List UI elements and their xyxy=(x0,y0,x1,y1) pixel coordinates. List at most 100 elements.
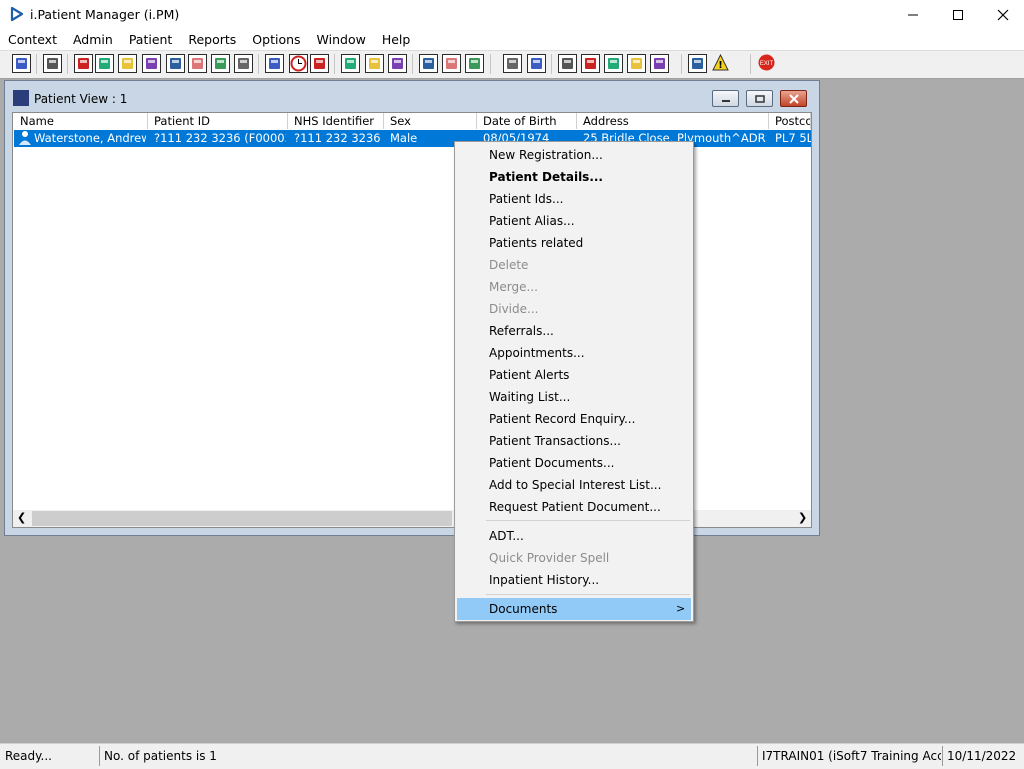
check-icon xyxy=(608,58,619,69)
arrow-down-button[interactable] xyxy=(627,54,646,73)
patient-count: No. of patients is 1 xyxy=(99,746,754,766)
minimize-icon xyxy=(721,99,730,102)
menu-item-divide: Divide... xyxy=(489,302,539,316)
menu-reports[interactable]: Reports xyxy=(180,30,244,50)
scan-button[interactable] xyxy=(118,54,137,73)
menu-item-patient-documents[interactable]: Patient Documents... xyxy=(489,456,614,470)
exit-button[interactable]: EXIT xyxy=(758,54,777,73)
book-button[interactable] xyxy=(74,54,93,73)
patient-bed-icon xyxy=(469,58,480,69)
target-button[interactable] xyxy=(388,54,407,73)
patient-view-icon xyxy=(13,90,29,106)
menu-item-documents[interactable]: Documents xyxy=(489,602,557,616)
menu-help[interactable]: Help xyxy=(374,30,419,50)
envelope-button[interactable] xyxy=(265,54,284,73)
patient-bed-button[interactable] xyxy=(465,54,484,73)
patient-icon xyxy=(19,131,31,145)
globe-button[interactable] xyxy=(558,54,577,73)
menu-item-quick-provider-spell: Quick Provider Spell xyxy=(489,551,610,565)
toolbar-separator xyxy=(36,54,37,74)
menu-item-patient-alerts[interactable]: Patient Alerts xyxy=(489,368,569,382)
menu-item-patient-ids[interactable]: Patient Ids... xyxy=(489,192,563,206)
column-header-nhs-identifier[interactable]: NHS Identifier xyxy=(288,113,384,129)
menu-item-new-registration[interactable]: New Registration... xyxy=(489,148,603,162)
inbox-button[interactable] xyxy=(211,54,230,73)
card-button[interactable] xyxy=(365,54,384,73)
column-header-postcode[interactable]: Postcod xyxy=(769,113,811,129)
menu-item-patient-transactions[interactable]: Patient Transactions... xyxy=(489,434,621,448)
column-header-date-of-birth[interactable]: Date of Birth xyxy=(477,113,577,129)
cell-patient-id: ?111 232 3236 (F000039) xyxy=(154,131,286,145)
column-header-name[interactable]: Name xyxy=(14,113,148,129)
note-icon xyxy=(423,58,434,69)
menu-item-delete: Delete xyxy=(489,258,529,272)
globe-icon xyxy=(562,58,573,69)
toolbar-separator xyxy=(490,54,491,74)
child-close-button[interactable] xyxy=(780,90,807,107)
notes-button[interactable] xyxy=(95,54,114,73)
exit-icon: EXIT xyxy=(758,54,775,71)
note-button[interactable] xyxy=(419,54,438,73)
clock-button[interactable] xyxy=(289,54,308,73)
menu-item-request-patient-document[interactable]: Request Patient Document... xyxy=(489,500,661,514)
person-card-button[interactable] xyxy=(166,54,185,73)
scan-icon xyxy=(122,58,133,69)
account-info: I7TRAIN01 (iSoft7 Training Account) xyxy=(757,746,941,766)
scroll-right-icon[interactable]: ❯ xyxy=(798,511,807,524)
close-button[interactable] xyxy=(980,0,1024,30)
menu-item-waiting-list[interactable]: Waiting List... xyxy=(489,390,570,404)
mail-merge-button[interactable] xyxy=(142,54,161,73)
transfer-button[interactable] xyxy=(234,54,253,73)
menu-item-referrals[interactable]: Referrals... xyxy=(489,324,554,338)
document-button[interactable] xyxy=(503,54,522,73)
submenu-arrow-icon: > xyxy=(676,602,686,615)
column-header-patient-id[interactable]: Patient ID xyxy=(148,113,288,129)
toolbar-separator xyxy=(551,54,552,74)
minimize-icon xyxy=(908,14,918,16)
menu-bar: Context Admin Patient Reports Options Wi… xyxy=(0,30,1024,50)
notes-icon xyxy=(99,58,110,69)
printer-button[interactable] xyxy=(43,54,62,73)
arrow-right-button[interactable] xyxy=(650,54,669,73)
menu-item-inpatient-history[interactable]: Inpatient History... xyxy=(489,573,599,587)
minimize-button[interactable] xyxy=(890,0,936,30)
menu-patient[interactable]: Patient xyxy=(121,30,181,50)
menu-options[interactable]: Options xyxy=(244,30,308,50)
warning-icon: ! xyxy=(712,53,729,71)
scroll-left-icon[interactable]: ❮ xyxy=(17,511,26,524)
menu-item-patients-related[interactable]: Patients related xyxy=(489,236,583,250)
bed-button[interactable] xyxy=(442,54,461,73)
toolbar-separator xyxy=(750,54,751,74)
status-text: Ready... xyxy=(5,749,52,763)
transfer-icon xyxy=(238,58,249,69)
form-button[interactable] xyxy=(188,54,207,73)
patient-button[interactable] xyxy=(12,54,31,73)
patient-view-title: Patient View : 1 xyxy=(34,92,128,106)
cell-postcode: PL7 5LF xyxy=(775,131,811,145)
menu-item-patient-record-enquiry[interactable]: Patient Record Enquiry... xyxy=(489,412,635,426)
child-restore-button[interactable] xyxy=(746,90,773,107)
menu-item-appointments[interactable]: Appointments... xyxy=(489,346,585,360)
scrollbar-thumb[interactable] xyxy=(32,511,452,526)
check-button[interactable] xyxy=(604,54,623,73)
maximize-button[interactable] xyxy=(935,0,981,30)
child-minimize-button[interactable] xyxy=(712,90,739,107)
column-header-address[interactable]: Address xyxy=(577,113,769,129)
menu-item-adt[interactable]: ADT... xyxy=(489,529,524,543)
list-button[interactable] xyxy=(310,54,329,73)
card-icon xyxy=(369,58,380,69)
menu-item-patient-alias[interactable]: Patient Alias... xyxy=(489,214,575,228)
chart-button[interactable] xyxy=(527,54,546,73)
menu-context[interactable]: Context xyxy=(0,30,65,50)
menu-item-patient-details[interactable]: Patient Details... xyxy=(489,170,603,184)
restore-icon xyxy=(754,94,765,103)
warning-button[interactable]: ! xyxy=(712,53,731,73)
menu-admin[interactable]: Admin xyxy=(65,30,121,50)
checklist-button[interactable] xyxy=(581,54,600,73)
menu-item-add-to-special-interest-list[interactable]: Add to Special Interest List... xyxy=(489,478,661,492)
toolbar-separator xyxy=(258,54,259,74)
column-header-sex[interactable]: Sex xyxy=(384,113,477,129)
switch-button[interactable] xyxy=(688,54,707,73)
picture-button[interactable] xyxy=(341,54,360,73)
menu-window[interactable]: Window xyxy=(309,30,374,50)
